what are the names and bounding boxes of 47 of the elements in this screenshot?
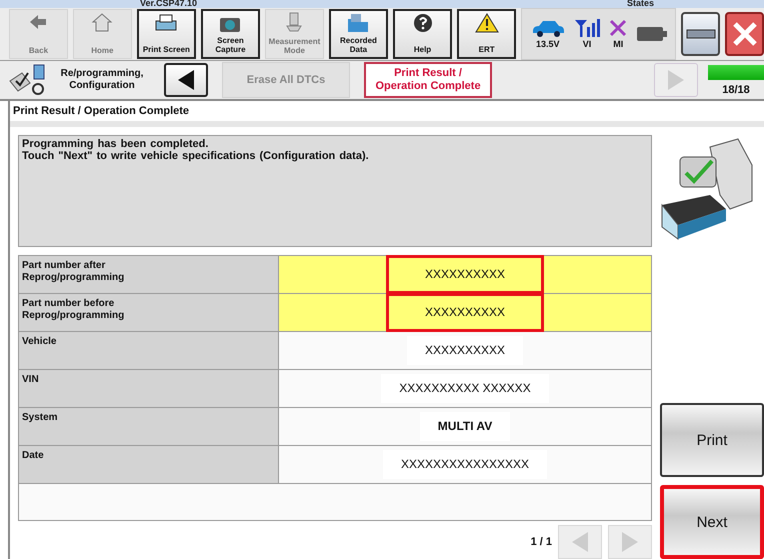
left-arrow-icon (570, 531, 590, 553)
toolbar-button[interactable]: Screen Capture (200, 9, 260, 60)
message-text: Touch "Next" to write vehicle specifications (Configuration data). (22, 150, 370, 162)
right-arrow-icon (666, 69, 686, 92)
toolbar-button[interactable]: Recorded Data (328, 9, 388, 60)
message-text: Programming has been completed. (22, 138, 210, 150)
minimize-icon (686, 29, 716, 40)
action-button[interactable]: Print (660, 403, 764, 477)
signal-icon (574, 19, 600, 38)
status-label: VI (582, 39, 592, 50)
printer-icon (154, 13, 178, 34)
car-icon (530, 19, 565, 38)
row-label: VIN (22, 374, 40, 386)
row-label: System (22, 412, 59, 424)
left-arrow-icon (176, 69, 196, 92)
warning-icon (474, 13, 499, 34)
section-label: Re/programming, Configuration (60, 68, 144, 92)
row-value: MULTI AV (420, 412, 510, 441)
progress-label: 18/18 (722, 84, 750, 96)
back-step-button[interactable] (164, 63, 208, 98)
version-label: Ver.CSP47.10 (140, 0, 198, 8)
step-tab[interactable]: Print Result / Operation Complete (364, 62, 492, 98)
states-label: States (626, 0, 654, 8)
row-label: Date (22, 450, 45, 462)
row-value: XXXXXXXXXX (406, 336, 524, 365)
right-arrow-icon (620, 531, 640, 553)
row-label: Part number after Reprog/programming (22, 260, 126, 284)
row-value: XXXXXXXXXX (386, 293, 544, 332)
minimize-button[interactable] (681, 12, 720, 56)
home-icon (90, 12, 114, 32)
row-value: XXXXXXXXXXXXXXXX (382, 450, 548, 479)
page-counter: 1 / 1 (530, 536, 552, 548)
close-button[interactable] (725, 12, 764, 56)
toolbar-button[interactable]: Print Screen (136, 9, 196, 60)
close-icon (732, 21, 758, 48)
page-title: Print Result / Operation Complete (10, 101, 764, 127)
row-label: Vehicle (22, 336, 58, 348)
status-label: 13.5V (536, 39, 560, 50)
cross-icon (609, 19, 628, 38)
action-button[interactable]: Next (660, 485, 764, 559)
status-label: MI (613, 39, 624, 50)
battery-icon (636, 27, 667, 42)
toolbar-button[interactable]: Help (393, 9, 452, 60)
row-value: XXXXXXXXXX XXXXXX (381, 374, 549, 403)
folders-icon (346, 13, 370, 34)
toolbar-button[interactable]: ERT (457, 9, 516, 60)
row-label: Part number before Reprog/programming (22, 298, 126, 322)
